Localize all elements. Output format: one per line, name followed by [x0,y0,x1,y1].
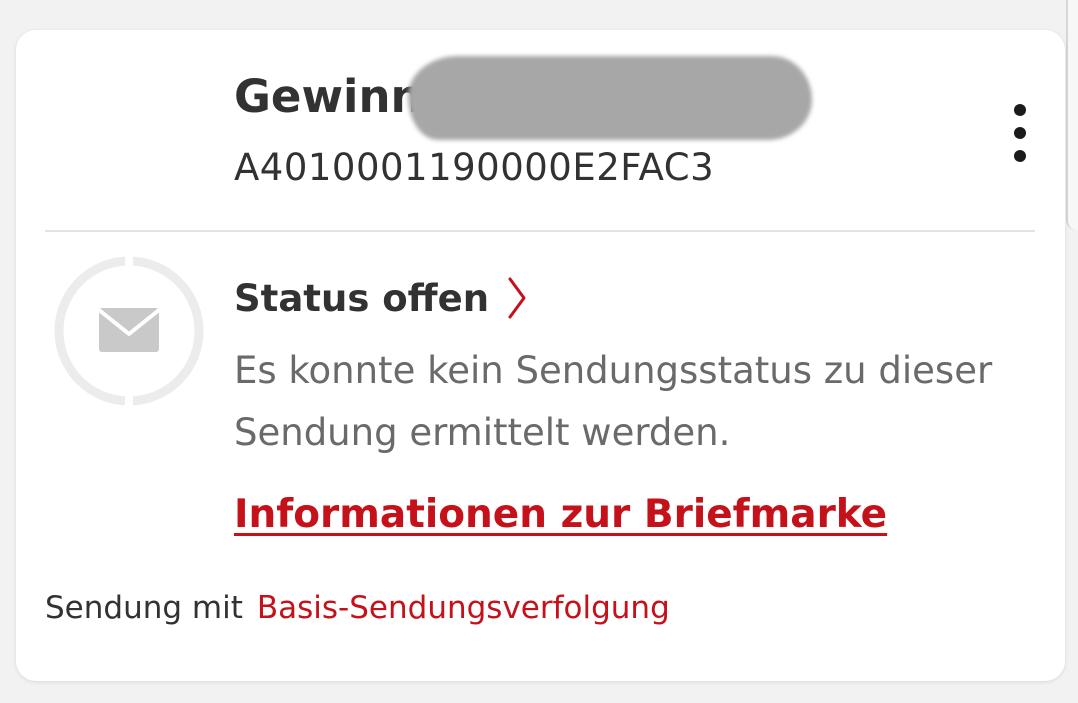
status-indicator [54,256,204,406]
redacted-area [408,56,812,140]
tracking-type-link[interactable]: Basis-Sendungsverfolgung [257,590,670,626]
shipment-title-row: Gewinn [219,66,423,126]
status-title: Status offen [234,276,490,320]
chevron-right-icon [508,277,526,319]
tracking-type-label: Sendung mit [45,590,243,626]
more-options-button[interactable] [1000,100,1040,166]
more-vertical-icon-dot-3 [1014,150,1026,162]
divider [45,230,1035,232]
tracking-type-row: Sendung mit Basis-Sendungsverfolgung [45,590,670,626]
page: Gewinn A4010001190000E2FAC3 Status offen… [0,0,1078,703]
status-title-link[interactable]: Status offen [234,270,529,326]
envelope-icon [54,256,204,406]
background-card-edge [1066,0,1078,230]
more-vertical-icon [1014,104,1026,116]
more-vertical-icon-dot-2 [1014,127,1026,139]
tracking-id: A4010001190000E2FAC3 [234,146,715,189]
status-description: Es konnte kein Sendungsstatus zu dieser … [234,349,993,454]
shipment-title: Gewinn [234,69,423,123]
stamp-info-link[interactable]: Informationen zur Briefmarke [234,492,887,537]
